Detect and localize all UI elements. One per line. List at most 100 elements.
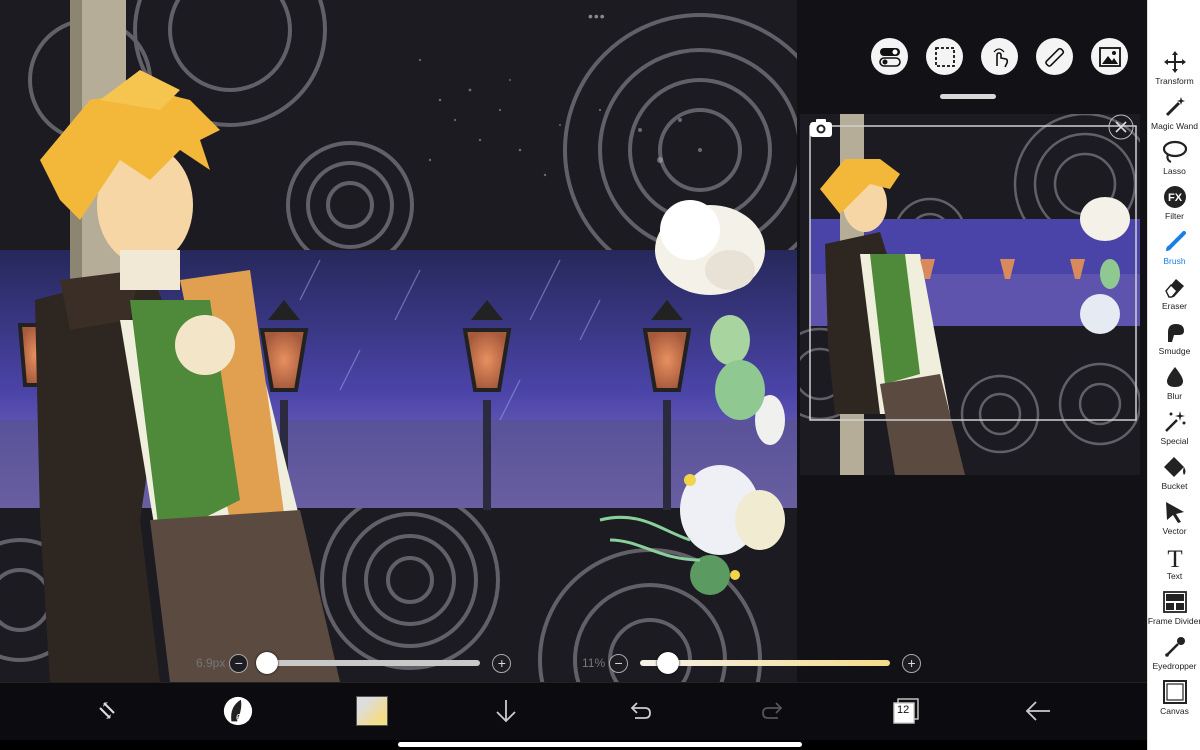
toggle-button[interactable] [871,38,908,75]
tool-label: Canvas [1160,706,1189,716]
brush-size-increase-button[interactable]: + [492,653,512,673]
layer-count: 12 [897,704,910,716]
eyedropper-icon [1164,637,1185,657]
reference-panel [797,0,1147,682]
tool-bucket[interactable]: Bucket [1148,451,1200,495]
drop-icon [1166,367,1183,387]
panel-drag-handle[interactable] [940,94,996,99]
selection-icon [934,46,955,67]
close-icon [1108,114,1134,140]
tool-eyedropper[interactable]: Eyedropper [1148,631,1200,675]
brush-size-thumb[interactable] [255,652,278,674]
swap-button[interactable] [91,695,123,727]
tool-vector[interactable]: Vector [1148,496,1200,540]
vector-arrow-icon [1165,502,1184,523]
drag-handle[interactable]: ••• [588,8,606,24]
fx-icon: FX [1163,186,1186,208]
drawing-canvas[interactable]: ••• [0,0,797,682]
tool-filter[interactable]: FX Filter [1148,181,1200,225]
opacity-slider[interactable] [640,652,891,674]
image-icon [1098,46,1121,67]
color-swatch-button[interactable] [356,695,388,727]
download-icon [496,700,516,723]
opacity-decrease-button[interactable]: − [609,653,629,673]
tool-transform[interactable]: Transform [1148,46,1200,90]
svg-text:FX: FX [1167,192,1182,204]
hand-gesture-icon [993,47,1008,67]
toggle-icon [878,47,901,67]
tool-blur[interactable]: Blur [1148,361,1200,405]
redo-icon [762,702,783,719]
opacity-value: 11% [582,656,606,670]
tool-label: Vector [1162,526,1187,536]
download-button[interactable] [490,695,522,727]
brush-size-decrease-button[interactable]: − [229,653,249,673]
tool-label: Filter [1165,211,1184,221]
tool-special[interactable]: Special [1148,406,1200,450]
hand-gesture-button[interactable] [981,38,1018,75]
opacity-slider-row: 11% − + [582,652,922,674]
camera-button[interactable] [808,117,834,139]
home-indicator[interactable] [398,742,802,747]
tool-label: Magic Wand [1151,121,1198,131]
layers-button[interactable]: 12 [890,695,922,727]
tool-eraser[interactable]: Eraser [1148,271,1200,315]
magic-wand-icon [1165,97,1185,117]
tool-label: Brush [1163,256,1186,266]
top-tool-group [871,38,1128,75]
back-icon [1025,701,1050,721]
tool-label: Blur [1166,391,1183,401]
back-button[interactable] [1022,695,1054,727]
bucket-icon [1163,457,1185,477]
artwork [0,0,797,682]
opacity-thumb[interactable] [656,652,679,674]
tool-label: Transform [1155,76,1194,86]
smudge-icon [1167,324,1184,342]
reference-preview[interactable] [800,114,1140,475]
eraser-icon [1164,279,1184,298]
tool-palette: Transform Magic Wand Lasso FX Filter Bru… [1147,0,1200,750]
ruler-icon [1044,47,1064,67]
reference-image [800,114,1140,475]
tool-frame-divider[interactable]: Frame Divider [1148,586,1200,630]
redo-button[interactable] [757,695,789,727]
undo-button[interactable] [624,695,656,727]
tool-label: Smudge [1158,346,1191,356]
brush-icon [1165,231,1186,251]
move-icon [1163,51,1186,73]
svg-text:T: T [1167,546,1182,569]
sparkle-icon [1164,411,1185,432]
swap-icon [99,702,115,719]
tool-brush[interactable]: Brush [1148,226,1200,270]
tool-label: Eraser [1161,301,1188,311]
tool-magic-wand[interactable]: Magic Wand [1148,91,1200,135]
selection-button[interactable] [926,38,963,75]
brush-size-slider-row: 6.9px − + [196,652,512,674]
color-swatch [356,696,388,726]
brush-preview-button[interactable]: 6.9 [222,695,254,727]
lasso-icon [1162,140,1187,163]
tool-label: Eyedropper [1152,661,1197,671]
tool-label: Frame Divider [1147,616,1200,626]
brush-size-value: 6.9px [196,656,226,670]
brush-size-slider[interactable] [255,652,481,674]
ruler-button[interactable] [1036,38,1073,75]
text-icon: T [1167,546,1182,569]
tool-lasso[interactable]: Lasso [1148,136,1200,180]
tool-canvas[interactable]: Canvas [1148,676,1200,720]
bottom-toolbar: 6.9 12 [0,682,1147,741]
tool-smudge[interactable]: Smudge [1148,316,1200,360]
opacity-increase-button[interactable]: + [902,653,922,673]
camera-icon [810,119,832,137]
brush-size-badge: 6.9 [236,713,250,724]
tool-label: Bucket [1161,481,1188,491]
undo-icon [630,702,651,719]
canvas-icon [1162,680,1187,704]
tool-label: Special [1160,436,1189,446]
close-reference-button[interactable] [1108,114,1134,140]
tool-label: Lasso [1163,166,1186,176]
image-button[interactable] [1091,38,1128,75]
tool-label: Text [1166,571,1183,581]
tool-text[interactable]: T Text [1148,541,1200,585]
frame-divider-icon [1162,591,1187,613]
